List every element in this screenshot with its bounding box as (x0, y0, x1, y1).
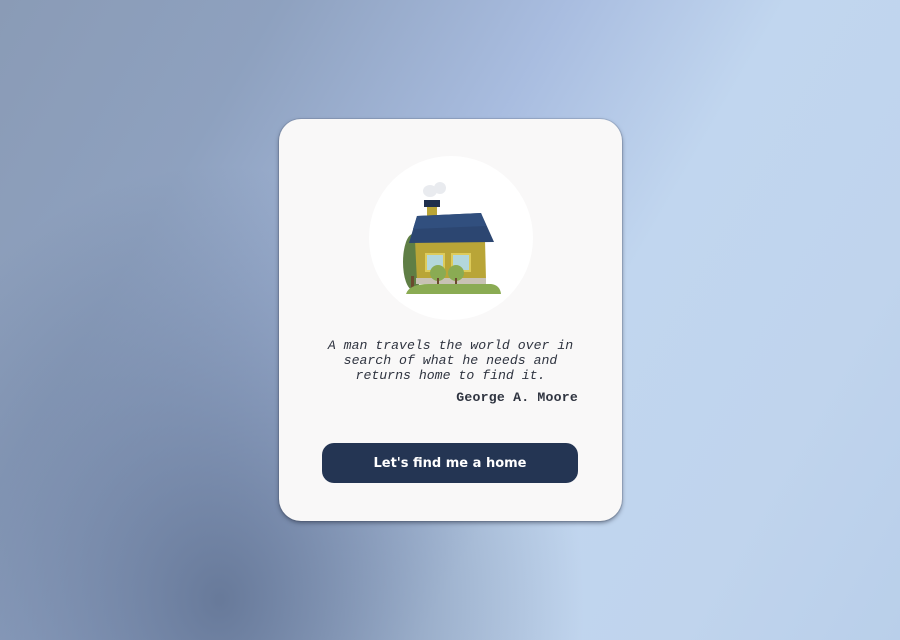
welcome-card: A man travels the world over in search o… (279, 119, 622, 521)
house-illustration (369, 156, 533, 320)
find-home-button[interactable]: Let's find me a home (322, 443, 578, 483)
quote-text: A man travels the world over in search o… (327, 338, 574, 383)
quote-author: George A. Moore (456, 390, 578, 405)
house-icon (403, 182, 501, 294)
